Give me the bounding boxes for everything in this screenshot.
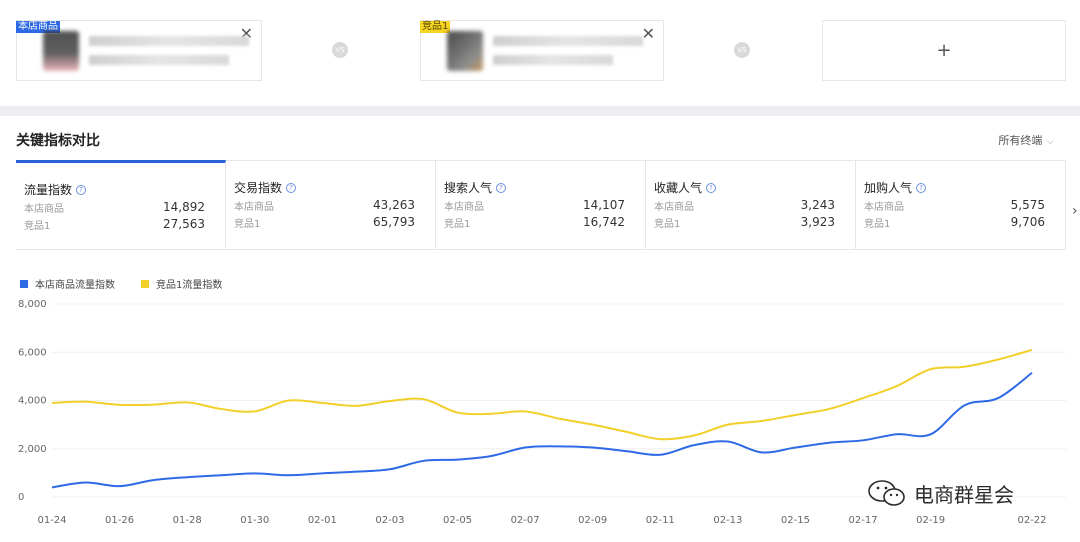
metric-row-value: 14,892 <box>163 200 205 214</box>
watermark: 电商群星会 <box>866 478 1014 508</box>
metric-row-label: 本店商品 <box>864 202 904 213</box>
metric-title: 搜索人气 <box>444 181 493 195</box>
metric-tab-favorite[interactable]: 收藏人气? 本店商品 3,243 竞品1 3,923 <box>646 161 856 249</box>
y-tick-label: 6,000 <box>18 347 47 358</box>
help-icon[interactable]: ? <box>496 182 507 193</box>
metric-row-value: 3,243 <box>800 198 835 212</box>
legend-label: 竞品1流量指数 <box>156 280 223 291</box>
metric-title: 交易指数 <box>234 181 283 195</box>
metric-row-label: 竞品1 <box>24 221 51 232</box>
metric-row-label: 本店商品 <box>24 204 64 215</box>
metric-row-value: 5,575 <box>1010 198 1045 212</box>
metric-tab-trade[interactable]: 交易指数? 本店商品 43,263 竞品1 65,793 <box>226 161 436 249</box>
y-tick-label: 4,000 <box>18 396 47 407</box>
x-tick-label: 02-19 <box>916 515 945 526</box>
x-tick-label: 01-24 <box>37 515 66 526</box>
x-tick-label: 02-01 <box>308 515 337 526</box>
y-tick-label: 0 <box>18 492 24 503</box>
metric-row-value: 3,923 <box>800 215 835 229</box>
metric-title: 收藏人气 <box>654 181 703 195</box>
x-tick-label: 02-05 <box>443 515 472 526</box>
x-tick-label: 02-09 <box>578 515 607 526</box>
x-tick-label: 02-15 <box>781 515 810 526</box>
close-icon[interactable]: ✕ <box>642 25 655 43</box>
metric-row-label: 竞品1 <box>864 219 891 230</box>
metric-row-label: 本店商品 <box>654 202 694 213</box>
legend-item-competitor[interactable]: 竞品1流量指数 <box>141 276 222 291</box>
x-tick-label: 01-26 <box>105 515 134 526</box>
plus-icon: + <box>936 40 952 61</box>
legend-swatch-blue <box>20 279 28 288</box>
wechat-icon <box>868 480 905 506</box>
section-divider <box>0 106 1080 116</box>
metric-tab-traffic[interactable]: 流量指数? 本店商品 14,892 竞品1 27,563 <box>16 160 226 248</box>
metric-row-value: 14,107 <box>583 198 625 212</box>
watermark-text: 电商群星会 <box>914 482 1014 507</box>
product-subtitle-blurred <box>493 55 613 65</box>
metric-row-value: 43,263 <box>373 198 415 212</box>
vs-icon: VS <box>734 42 750 58</box>
chevron-right-icon[interactable]: › <box>1072 203 1078 219</box>
help-icon[interactable]: ? <box>76 184 87 195</box>
compare-card-own[interactable]: 本店商品 ✕ <box>16 20 262 81</box>
metric-row-label: 竞品1 <box>234 219 261 230</box>
help-icon[interactable]: ? <box>286 182 297 193</box>
legend-item-own[interactable]: 本店商品流量指数 <box>20 276 115 291</box>
product-subtitle-blurred <box>89 55 229 65</box>
section-title: 关键指标对比 <box>16 133 100 149</box>
legend-swatch-yellow <box>141 279 149 288</box>
chart-legend: 本店商品流量指数 竞品1流量指数 <box>20 276 222 291</box>
metric-row-label: 竞品1 <box>654 219 681 230</box>
chevron-down-icon: ⌵ <box>1046 136 1054 147</box>
card-tag-competitor: 竞品1 <box>420 21 451 33</box>
terminal-select-label: 所有终端 <box>998 134 1043 147</box>
x-tick-label: 01-30 <box>240 515 269 526</box>
legend-label: 本店商品流量指数 <box>35 280 115 291</box>
x-tick-label: 02-11 <box>646 515 675 526</box>
product-title-blurred <box>89 36 249 46</box>
compare-strip: 本店商品 ✕ VS 竞品1 ✕ VS + <box>0 0 1080 106</box>
x-tick-label: 02-07 <box>511 515 540 526</box>
x-tick-label: 02-13 <box>713 515 742 526</box>
metric-row-value: 16,742 <box>583 215 625 229</box>
metric-row-value: 27,563 <box>163 217 205 231</box>
metric-row-label: 本店商品 <box>234 202 274 213</box>
x-tick-label: 02-22 <box>1017 515 1046 526</box>
y-tick-label: 2,000 <box>18 444 47 455</box>
metric-row-label: 本店商品 <box>444 202 484 213</box>
metric-tabs: 流量指数? 本店商品 14,892 竞品1 27,563 交易指数? 本店商品 43,… <box>16 160 1066 250</box>
compare-card-competitor[interactable]: 竞品1 ✕ <box>420 20 664 81</box>
help-icon[interactable]: ? <box>916 182 927 193</box>
vs-icon: VS <box>332 42 348 58</box>
help-icon[interactable]: ? <box>706 182 717 193</box>
x-tick-label: 02-03 <box>375 515 404 526</box>
metric-title: 流量指数 <box>24 183 73 197</box>
series-line-competitor[interactable] <box>51 348 1033 441</box>
add-competitor-button[interactable]: + <box>822 20 1066 81</box>
product-thumbnail <box>447 31 483 71</box>
metric-title: 加购人气 <box>864 181 913 195</box>
product-title-blurred <box>493 36 643 46</box>
x-tick-label: 02-17 <box>849 515 878 526</box>
metric-row-label: 竞品1 <box>444 219 471 230</box>
x-tick-label: 01-28 <box>173 515 202 526</box>
terminal-select[interactable]: 所有终端 ⌵ <box>998 132 1054 148</box>
metric-tab-add-cart[interactable]: 加购人气? 本店商品 5,575 竞品1 9,706 <box>856 161 1066 249</box>
metric-tab-search[interactable]: 搜索人气? 本店商品 14,107 竞品1 16,742 <box>436 161 646 249</box>
metric-row-value: 65,793 <box>373 215 415 229</box>
product-thumbnail <box>43 31 79 71</box>
y-tick-label: 8,000 <box>18 299 47 310</box>
metric-row-value: 9,706 <box>1010 215 1045 229</box>
